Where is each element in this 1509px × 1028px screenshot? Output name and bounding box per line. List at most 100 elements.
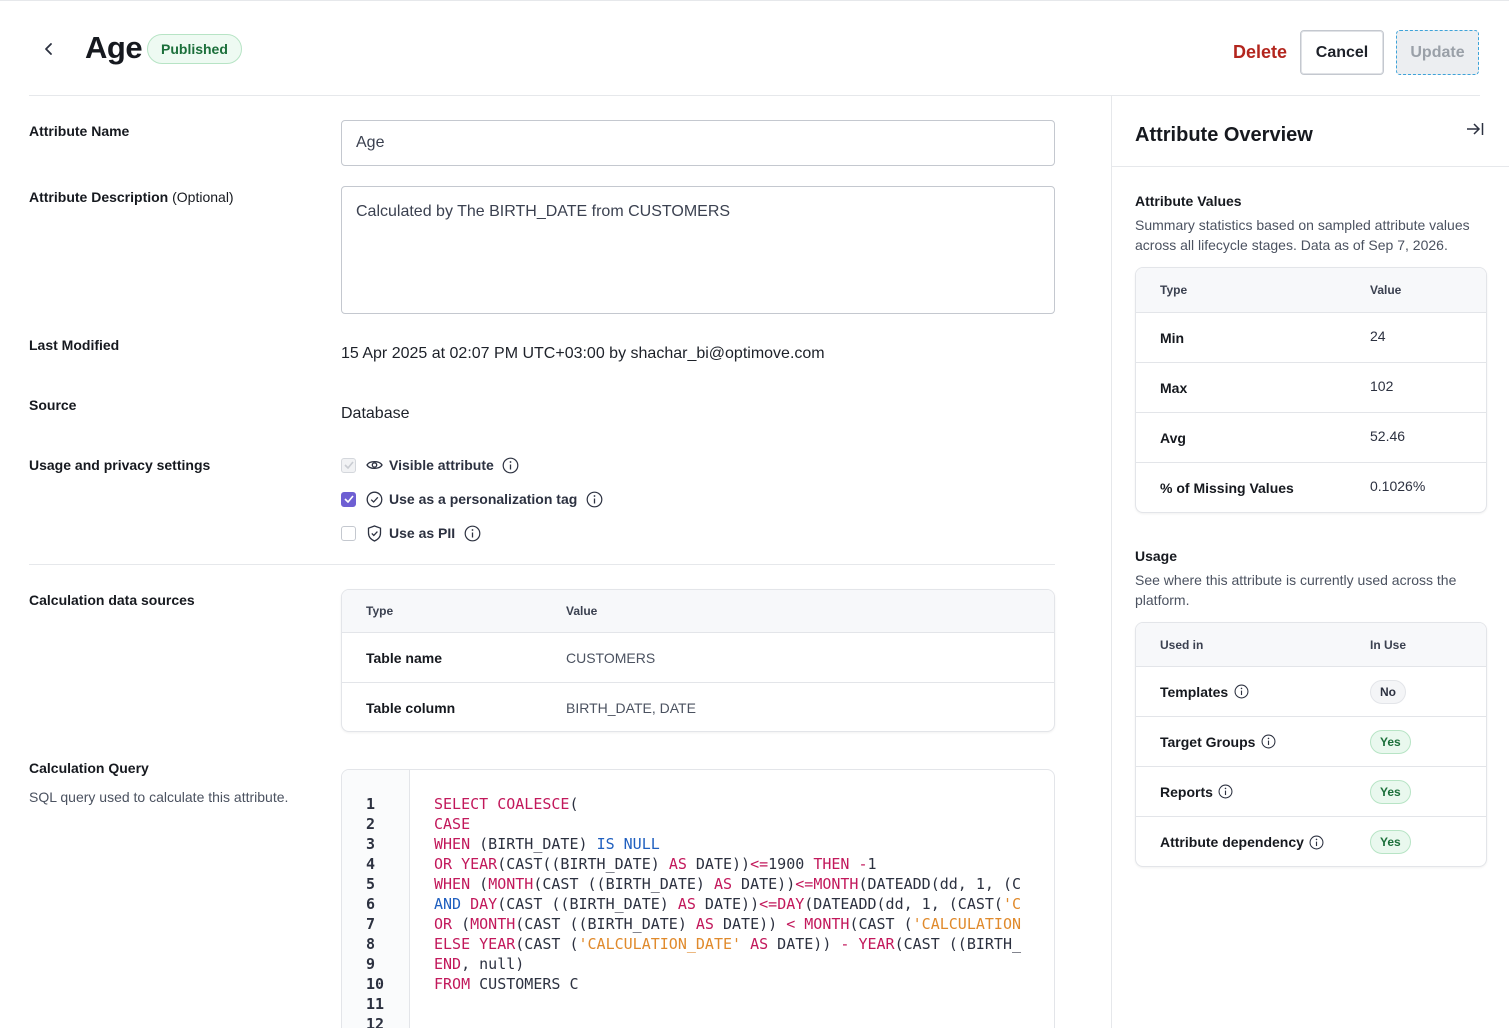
attribute-description-label: Attribute Description (Optional) [29, 189, 234, 205]
calculation-query-label: Calculation Query [29, 760, 149, 776]
data-sources-table: Type Value Table name CUSTOMERS Table co… [341, 589, 1055, 732]
line-number: 6 [366, 895, 376, 913]
table-row: Target Groups Yes [1136, 717, 1486, 767]
info-icon[interactable] [1217, 783, 1235, 801]
code-line: WHEN (MONTH(CAST ((BIRTH_DATE) AS DATE))… [434, 875, 1022, 893]
eye-icon [365, 456, 383, 474]
table-cell: Min [1160, 329, 1185, 346]
personalization-tag-checkbox[interactable] [341, 491, 356, 507]
source-label: Source [29, 397, 77, 413]
visible-attribute-row: Visible attribute [341, 454, 520, 476]
code-line: ELSE YEAR(CAST ('CALCULATION_DATE' AS DA… [434, 935, 1022, 953]
table-cell: Templates [1136, 683, 1370, 701]
top-border [0, 0, 1509, 1]
table-row: Max 102 [1136, 363, 1486, 413]
line-number: 9 [366, 955, 376, 973]
line-number: 3 [366, 835, 376, 853]
table-cell: Avg [1160, 429, 1186, 446]
status-badge: Published [147, 34, 242, 64]
data-sources-label: Calculation data sources [29, 592, 195, 608]
checkmark-icon [343, 495, 354, 503]
code-line: OR (MONTH(CAST ((BIRTH_DATE) AS DATE)) <… [434, 915, 1022, 933]
line-number: 8 [366, 935, 376, 953]
optional-hint: (Optional) [172, 189, 234, 205]
table-cell: Target Groups [1136, 733, 1370, 751]
in-use-badge: No [1370, 679, 1406, 704]
pii-checkbox[interactable] [341, 525, 356, 541]
table-cell: Reports [1136, 783, 1370, 801]
column-header: In Use [1370, 637, 1407, 652]
table-row: Reports Yes [1136, 767, 1486, 817]
attribute-name-value: Age [356, 134, 385, 151]
attribute-description-value: Calculated by The BIRTH_DATE from CUSTOM… [356, 203, 731, 220]
in-use-badge: Yes [1370, 830, 1411, 854]
source-value: Database [341, 405, 410, 422]
panel-divider [1111, 96, 1112, 1028]
in-use-badge: Yes [1370, 779, 1411, 804]
table-header: Type Value [1136, 268, 1486, 313]
line-number: 5 [366, 875, 376, 893]
table-cell: Table column [366, 700, 456, 716]
column-header: Used in [1160, 637, 1204, 652]
cancel-button[interactable]: Cancel [1300, 30, 1384, 75]
panel-header-divider [1112, 166, 1509, 167]
column-header: Value [1370, 283, 1402, 297]
info-icon[interactable] [1232, 683, 1250, 701]
pii-label: Use as PII [389, 525, 456, 541]
back-button[interactable] [38, 38, 60, 60]
usage-heading: Usage [1135, 548, 1178, 564]
attribute-name-label: Attribute Name [29, 123, 130, 139]
attribute-values-description: Summary statistics based on sampled attr… [1135, 217, 1470, 253]
table-cell: Attribute dependency [1136, 833, 1370, 851]
info-icon[interactable] [1259, 733, 1277, 751]
attribute-name-input[interactable]: Age [341, 120, 1055, 166]
info-icon[interactable] [1308, 833, 1326, 851]
table-row: % of Missing Values 0.1026% [1136, 463, 1486, 512]
line-number: 4 [366, 855, 376, 873]
collapse-panel-icon[interactable] [1464, 118, 1486, 140]
code-line: OR YEAR(CAST((BIRTH_DATE) AS DATE))<=190… [434, 855, 877, 873]
chevron-left-icon [45, 43, 52, 55]
usage-target-groups-label: Target Groups [1160, 733, 1256, 750]
table-cell: Max [1160, 379, 1188, 396]
last-modified-value: 15 Apr 2025 at 02:07 PM UTC+03:00 by sha… [341, 345, 825, 362]
table-cell: 0.1026% [1370, 478, 1426, 494]
personalization-tag-label: Use as a personalization tag [389, 491, 578, 507]
info-icon[interactable] [502, 456, 520, 474]
code-line: SELECT COALESCE( [434, 795, 579, 813]
sql-code-editor[interactable]: 1 2 3 4 5 6 7 8 9 10 11 12 SELECT COALESCE(CASE WHEN… [341, 769, 1055, 1028]
delete-button[interactable]: Delete [1222, 38, 1298, 66]
column-header: Type [1160, 283, 1188, 297]
calculation-query-description: SQL query used to calculate this attribu… [29, 789, 289, 805]
usage-attribute-dependency-label: Attribute dependency [1160, 834, 1304, 850]
checkmark-icon [343, 461, 354, 469]
line-number: 10 [366, 975, 385, 993]
line-number: 12 [366, 1015, 385, 1028]
attribute-description-textarea[interactable]: Calculated by The BIRTH_DATE from CUSTOM… [341, 186, 1055, 314]
visible-attribute-checkbox[interactable] [341, 457, 356, 473]
section-divider [29, 564, 1055, 565]
table-row: Attribute dependency Yes [1136, 817, 1486, 866]
table-header: Used in In Use [1136, 623, 1486, 667]
info-icon[interactable] [463, 524, 481, 542]
table-cell: 102 [1370, 378, 1394, 394]
column-header: Type [366, 604, 394, 618]
visible-attribute-label: Visible attribute [389, 457, 494, 473]
usage-templates-label: Templates [1160, 683, 1229, 700]
line-number: 1 [366, 795, 376, 813]
update-button[interactable]: Update [1396, 30, 1479, 75]
info-icon[interactable] [585, 490, 603, 508]
table-cell: CUSTOMERS [566, 649, 656, 666]
attribute-values-heading: Attribute Values [1135, 193, 1242, 209]
code-line: WHEN (BIRTH_DATE) IS NULL [434, 835, 660, 853]
usage-description: See where this attribute is currently us… [1135, 572, 1457, 608]
usage-reports-label: Reports [1160, 783, 1213, 800]
privacy-settings-label: Usage and privacy settings [29, 457, 211, 473]
header-divider [29, 95, 1480, 96]
table-row: Table name CUSTOMERS [342, 633, 1054, 683]
column-header: Value [566, 604, 598, 618]
sql-code: SELECT COALESCE(CASE WHEN (BIRTH_DATE) IS… [434, 794, 1021, 1028]
table-row: Min 24 [1136, 313, 1486, 363]
